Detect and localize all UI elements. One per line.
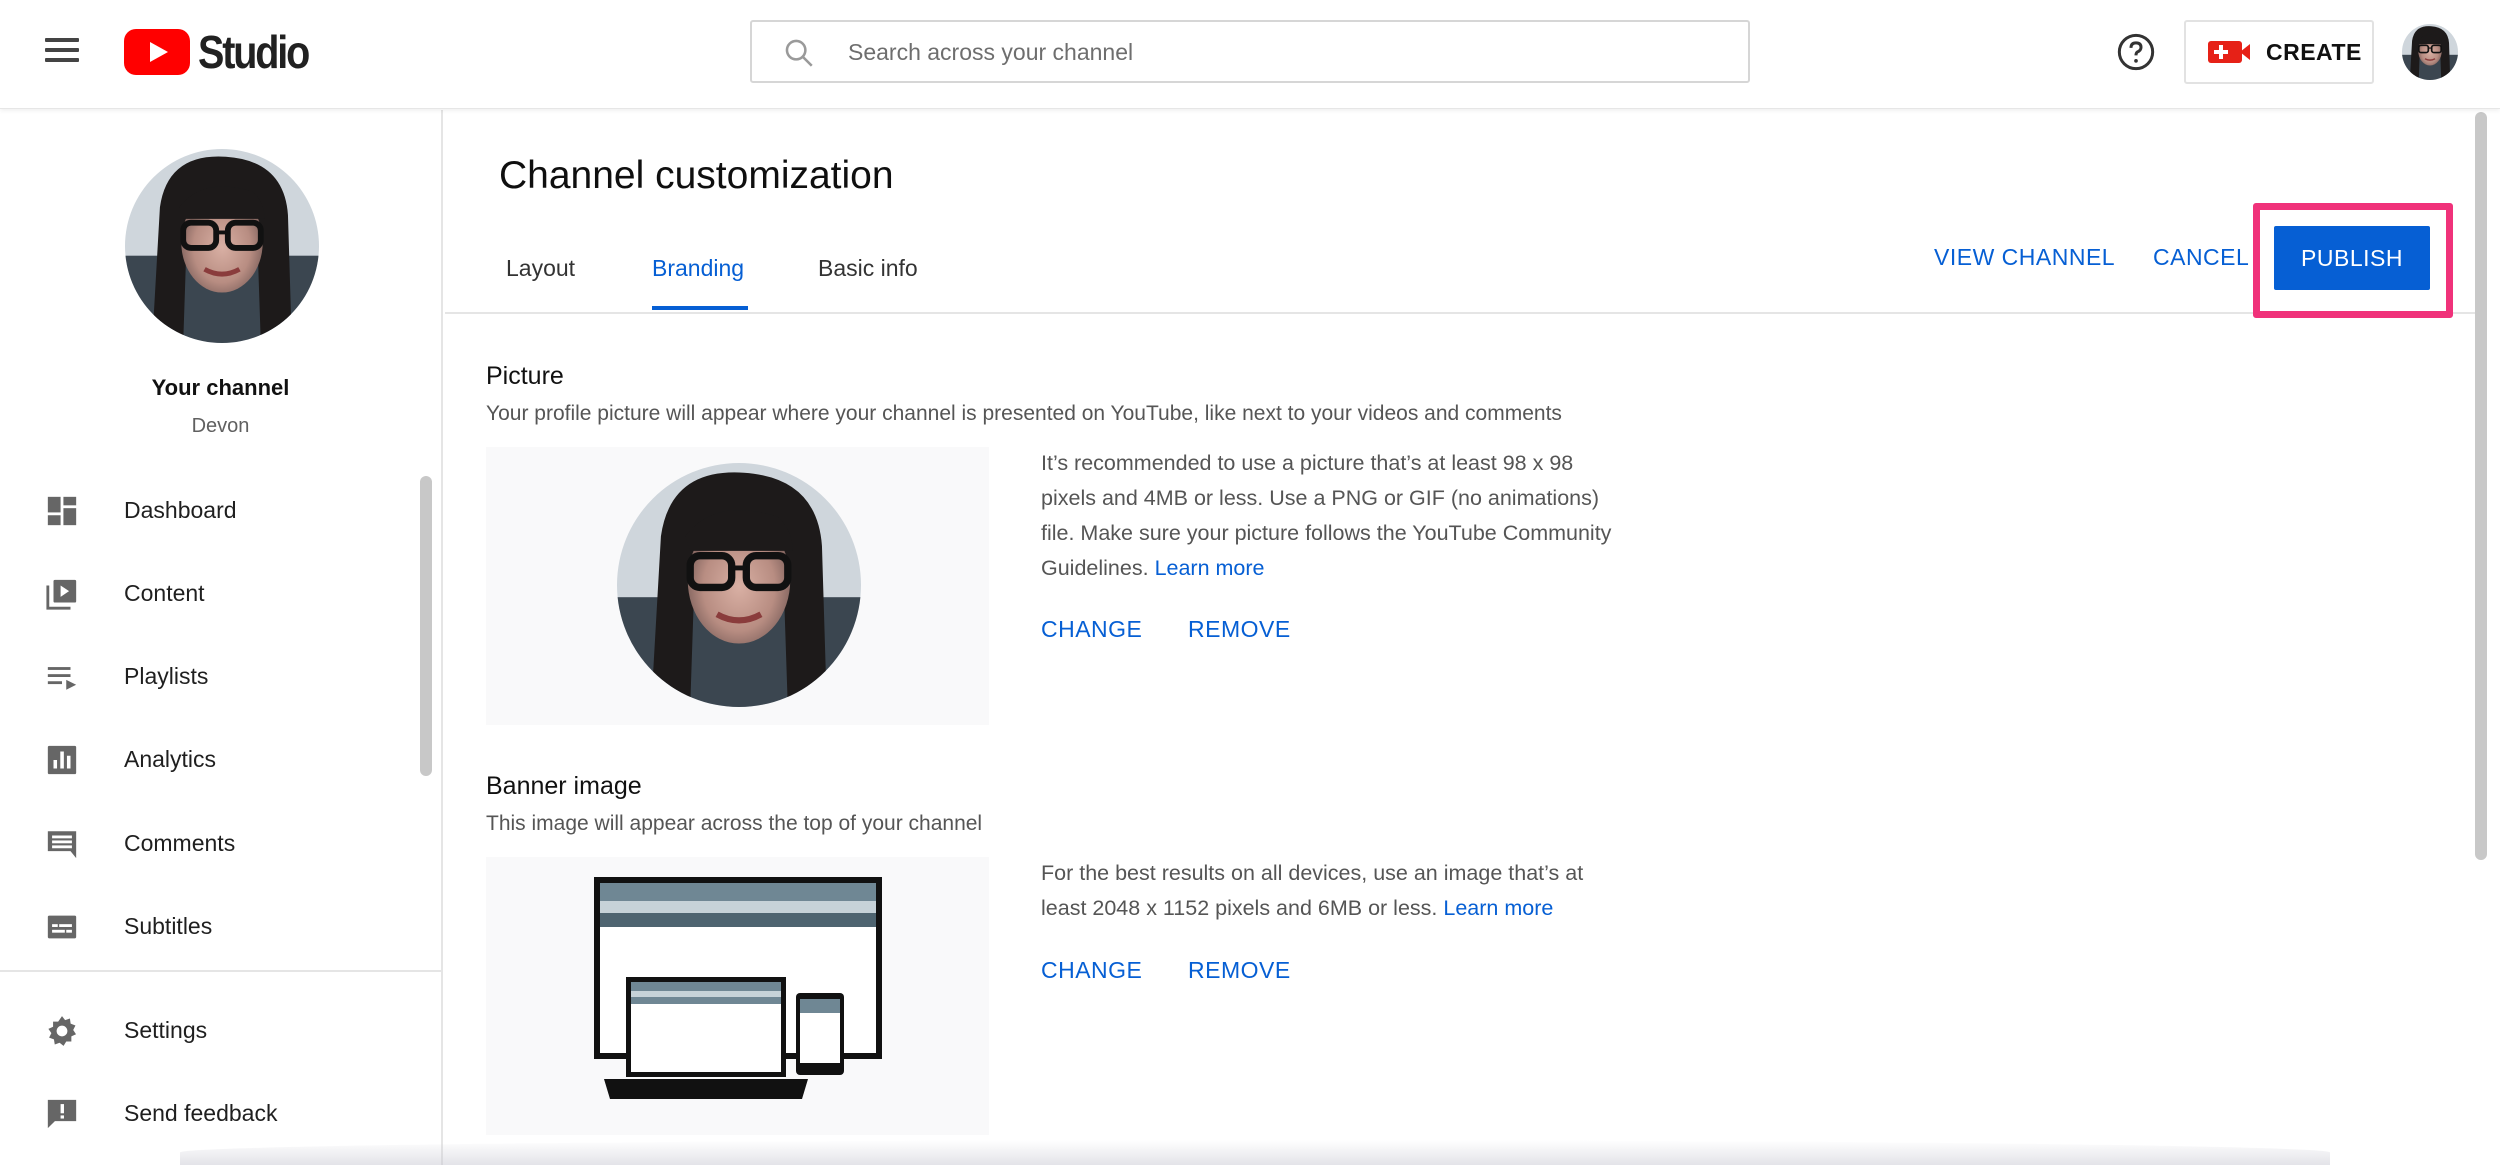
sidebar-item-label: Send feedback [124, 1099, 278, 1126]
sidebar-item-dashboard[interactable]: Dashboard [0, 480, 420, 540]
devices-illustration [594, 877, 882, 1099]
sidebar-item-label: Content [124, 579, 205, 606]
channel-avatar[interactable] [125, 149, 319, 343]
sidebar-item-label: Playlists [124, 662, 209, 689]
gear-icon [48, 1016, 77, 1046]
banner-change-button[interactable]: CHANGE [1041, 957, 1142, 984]
channel-avatar-image [125, 149, 319, 343]
dashboard-icon [47, 496, 77, 526]
picture-section-description: Your profile picture will appear where y… [486, 402, 1562, 425]
logo-text: Studio [198, 26, 310, 78]
picture-info: It’s recommended to use a picture that’s… [1041, 451, 1612, 580]
channel-name: Devon [191, 415, 250, 437]
feedback-icon [47, 1099, 77, 1129]
subtitles-icon [47, 915, 77, 939]
view-channel-button[interactable]: VIEW CHANNEL [1934, 244, 2115, 271]
studio-logo[interactable]: Studio [124, 26, 326, 78]
sidebar-divider [0, 970, 441, 972]
sidebar-item-label: Analytics [124, 745, 217, 772]
bottom-shadow [180, 1140, 2330, 1165]
sidebar-item-playlists[interactable]: Playlists [0, 646, 420, 706]
sidebar: Your channel Devon Dashboard Content Pla… [0, 110, 443, 1165]
page-title: Channel customization [499, 154, 894, 197]
banner-remove-button[interactable]: REMOVE [1188, 957, 1291, 984]
video-camera-icon [2208, 41, 2250, 63]
top-bar: Studio CREATE [0, 0, 2500, 109]
banner-section-description: This image will appear across the top of… [486, 812, 983, 835]
tabs-divider [445, 312, 2475, 314]
sidebar-item-comments[interactable]: Comments [0, 813, 420, 873]
picture-info-text: It’s recommended to use a picture that’s… [1041, 446, 1631, 586]
create-label: CREATE [2266, 38, 2362, 65]
profile-picture-image [617, 463, 861, 707]
avatar-image [2402, 24, 2458, 80]
publish-button[interactable]: PUBLISH [2274, 226, 2430, 290]
sidebar-item-label: Dashboard [124, 496, 237, 523]
sidebar-item-content[interactable]: Content [0, 563, 420, 623]
profile-picture-preview [486, 447, 989, 725]
picture-section-title: Picture [486, 362, 564, 390]
banner-image-preview [486, 857, 989, 1135]
main-content: Channel customization Layout Branding Ba… [445, 110, 2500, 1165]
playlists-icon [47, 667, 77, 690]
banner-learn-more-link[interactable]: Learn more [1443, 896, 1553, 920]
picture-remove-button[interactable]: REMOVE [1188, 616, 1291, 643]
content-icon [46, 579, 77, 610]
banner-info-text: For the best results on all devices, use… [1041, 856, 1631, 926]
sidebar-item-analytics[interactable]: Analytics [0, 729, 420, 789]
banner-section-title: Banner image [486, 772, 642, 800]
sidebar-item-label: Settings [124, 1016, 208, 1043]
search-box[interactable] [750, 20, 1750, 83]
youtube-logo-icon [124, 29, 190, 75]
sidebar-item-label: Subtitles [124, 912, 213, 939]
analytics-icon [47, 745, 77, 775]
sidebar-scrollbar[interactable] [420, 476, 432, 776]
main-scrollbar[interactable] [2475, 112, 2487, 860]
active-tab-indicator [652, 306, 748, 310]
create-button[interactable]: CREATE [2184, 20, 2374, 84]
comments-icon [47, 831, 77, 859]
sidebar-item-settings[interactable]: Settings [0, 1000, 420, 1060]
search-input[interactable] [848, 30, 1728, 74]
sidebar-item-subtitles[interactable]: Subtitles [0, 896, 420, 956]
help-icon[interactable] [2116, 32, 2156, 72]
profile-picture [617, 463, 861, 707]
sidebar-item-label: Comments [124, 829, 236, 856]
your-channel-label: Your channel [151, 375, 290, 400]
hamburger-menu-icon[interactable] [38, 34, 86, 74]
picture-learn-more-link[interactable]: Learn more [1155, 556, 1265, 580]
picture-change-button[interactable]: CHANGE [1041, 616, 1142, 643]
search-icon [785, 39, 813, 67]
sidebar-item-send-feedback[interactable]: Send feedback [0, 1083, 420, 1143]
cancel-button[interactable]: CANCEL [2153, 244, 2249, 271]
account-avatar[interactable] [2402, 24, 2458, 80]
